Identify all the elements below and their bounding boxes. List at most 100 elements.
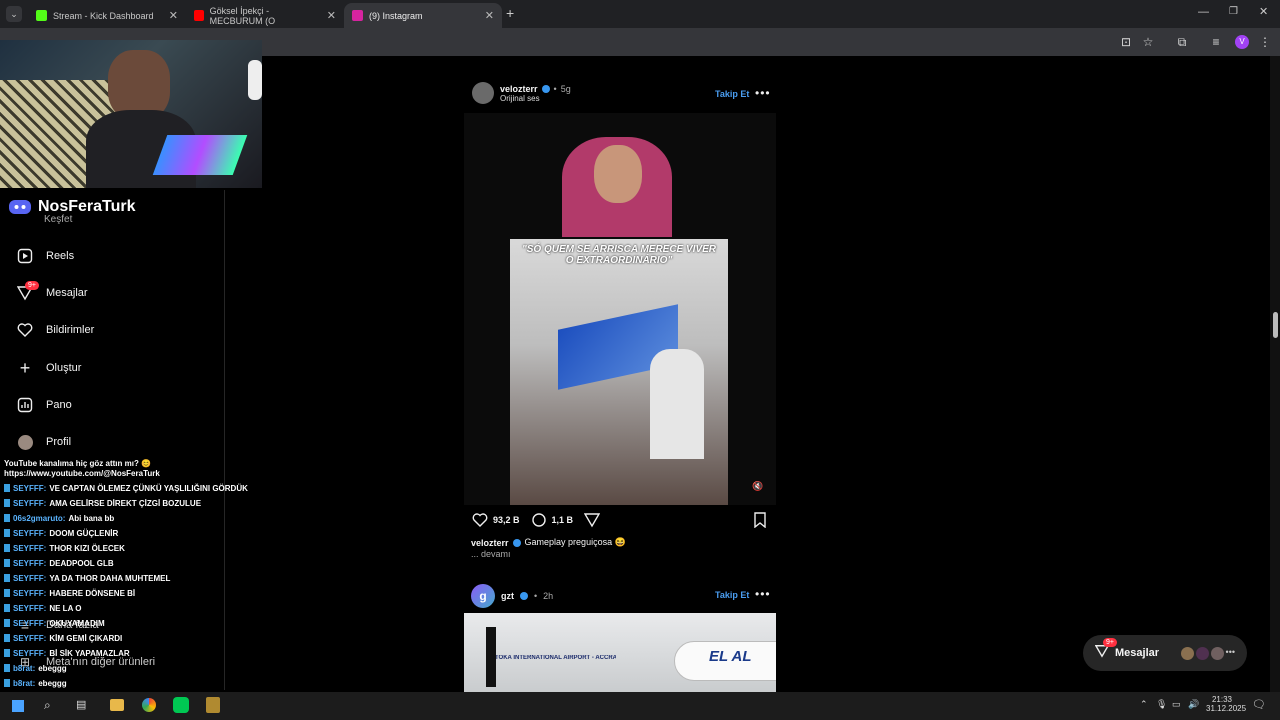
search-icon[interactable]: ⌕ bbox=[44, 698, 51, 713]
install-app-icon[interactable]: ⊡ bbox=[1118, 34, 1134, 50]
chat-username: SEYFFF: bbox=[13, 588, 47, 598]
like-icon[interactable] bbox=[472, 512, 488, 528]
chat-badge-icon bbox=[4, 649, 10, 657]
user-avatar[interactable] bbox=[472, 82, 494, 104]
chat-message: b8rat: ebeggg bbox=[4, 661, 344, 675]
tab-search-icon[interactable]: ⌄ bbox=[6, 6, 22, 22]
kick-favicon-icon bbox=[36, 10, 47, 21]
post-username[interactable]: gzt bbox=[501, 591, 514, 601]
chat-badge-icon bbox=[4, 574, 10, 582]
chat-text: ebeggg bbox=[38, 663, 67, 673]
chat-username: b8rat: bbox=[13, 663, 36, 673]
sidebar-item-profile[interactable]: Profil bbox=[16, 429, 71, 455]
sidebar-item-explore-partial[interactable]: Keşfet bbox=[44, 214, 72, 225]
network-icon[interactable]: ▭ bbox=[1172, 699, 1181, 710]
windows-start-icon[interactable] bbox=[12, 700, 24, 712]
sidebar-item-reels[interactable]: Reels bbox=[16, 243, 74, 269]
sidebar-item-dashboard[interactable]: Pano bbox=[16, 392, 72, 418]
chat-badge-icon bbox=[4, 619, 10, 627]
reel-video[interactable]: "SÓ QUEM SE ARRISCA MERECE VIVER O EXTRA… bbox=[464, 113, 776, 505]
follow-button[interactable]: Takip Et bbox=[715, 89, 749, 99]
post-username[interactable]: velozterr bbox=[500, 84, 538, 94]
scrollbar-thumb[interactable] bbox=[1273, 312, 1278, 338]
app-icon[interactable] bbox=[206, 697, 220, 713]
share-icon[interactable] bbox=[584, 512, 601, 528]
clock-time: 21:33 bbox=[1211, 695, 1233, 704]
chat-message: SEYFFF: OKUYAMADIM bbox=[4, 616, 344, 630]
chat-message: 06s2gmaruto: Abi bana bb bbox=[4, 511, 344, 525]
tab-youtube[interactable]: Göksel İpekçi - MECBURUM (O ✕ bbox=[186, 3, 344, 28]
mute-icon[interactable]: 🔇 bbox=[752, 481, 764, 493]
youtube-favicon-icon bbox=[194, 10, 204, 21]
chat-text: VE CAPTAN ÖLEMEZ ÇÜNKÜ YAŞLILIĞINI GÖRDÜ… bbox=[49, 483, 248, 493]
close-icon[interactable]: ✕ bbox=[485, 9, 494, 22]
close-icon[interactable]: ✕ bbox=[327, 9, 336, 22]
post-audio[interactable]: Orijinal ses bbox=[500, 94, 571, 103]
tray-chevron-icon[interactable]: ⌃ bbox=[1140, 699, 1148, 710]
notifications-icon[interactable]: 🗨 bbox=[1252, 698, 1266, 711]
chat-username: 06s2gmaruto: bbox=[13, 513, 66, 523]
tab-instagram[interactable]: (9) Instagram ✕ bbox=[344, 3, 502, 28]
rgb-keyboard bbox=[152, 135, 248, 175]
discord-icon bbox=[9, 200, 31, 214]
clock[interactable]: 21:33 31.12.2025 bbox=[1206, 695, 1246, 713]
caption-more-link[interactable]: ... devamı bbox=[471, 549, 511, 559]
sidebar-item-label: Pano bbox=[46, 399, 72, 411]
restore-icon[interactable]: ❐ bbox=[1229, 6, 1238, 17]
verified-icon bbox=[541, 84, 550, 93]
chat-badge-icon bbox=[4, 679, 10, 687]
windows-taskbar: ⌕ ▤ ⌃ 🎙 ▭ 🔊 21:33 31.12.2025 🗨 bbox=[0, 692, 1280, 720]
reels-icon bbox=[16, 247, 34, 265]
minimize-icon[interactable]: — bbox=[1198, 6, 1209, 18]
messages-pill[interactable]: 9+ Mesajlar ••• bbox=[1083, 635, 1247, 671]
task-view-icon[interactable]: ▤ bbox=[76, 698, 86, 711]
chat-text: HABERE DÖNSENE Bİ bbox=[49, 588, 136, 598]
airline-logo: EL AL bbox=[709, 648, 752, 665]
chrome-icon[interactable] bbox=[142, 698, 156, 712]
extensions-icon[interactable]: ⧉ bbox=[1174, 34, 1190, 50]
like-count[interactable]: 93,2 B bbox=[493, 515, 520, 525]
tab-kick[interactable]: Stream - Kick Dashboard ✕ bbox=[28, 3, 186, 28]
gzt-avatar[interactable]: g bbox=[471, 584, 495, 608]
sidebar-item-notifications[interactable]: Bildirimler bbox=[16, 317, 94, 343]
chat-badge-icon bbox=[4, 529, 10, 537]
more-options-icon[interactable]: ••• bbox=[755, 86, 771, 100]
notification-badge: 9+ bbox=[25, 281, 39, 290]
chat-text: OKUYAMADIM bbox=[49, 618, 105, 628]
volume-icon[interactable]: 🔊 bbox=[1188, 699, 1199, 710]
chat-badge-icon bbox=[4, 514, 10, 522]
comment-count[interactable]: 1,1 B bbox=[552, 515, 574, 525]
post-time[interactable]: 2h bbox=[543, 591, 553, 601]
tab-label: (9) Instagram bbox=[369, 10, 423, 21]
follow-button[interactable]: Takip Et bbox=[715, 590, 749, 600]
chat-text: KİM GEMİ ÇIKARDI bbox=[49, 633, 123, 643]
heart-icon bbox=[16, 321, 34, 339]
menu-icon[interactable]: ⋮ bbox=[1257, 34, 1273, 50]
more-options-icon[interactable]: ••• bbox=[755, 587, 771, 601]
post-time[interactable]: 5g bbox=[561, 84, 571, 94]
save-icon[interactable] bbox=[753, 512, 767, 528]
microphone-icon[interactable]: 🎙 bbox=[1156, 699, 1167, 710]
chat-message: SEYFFF: DOOM GÜÇLENİR bbox=[4, 526, 344, 540]
chat-badge-icon bbox=[4, 559, 10, 567]
chat-username: SEYFFF: bbox=[13, 483, 47, 493]
app-icon[interactable] bbox=[173, 697, 189, 713]
chat-text: Bİ SİK YAPAMAZLAR bbox=[49, 648, 130, 658]
caption-username[interactable]: velozterr bbox=[471, 538, 509, 548]
sidebar-item-messages[interactable]: 9+ Mesajlar bbox=[16, 280, 88, 306]
chat-message: SEYFFF: AMA GELİRSE DİREKT ÇİZGİ BOZULUE bbox=[4, 496, 344, 510]
file-explorer-icon[interactable] bbox=[110, 699, 124, 711]
close-icon[interactable]: ✕ bbox=[169, 9, 178, 22]
bookmark-star-icon[interactable]: ☆ bbox=[1140, 34, 1156, 50]
profile-avatar[interactable]: V bbox=[1235, 35, 1249, 49]
messages-icon: 9+ bbox=[1094, 637, 1117, 663]
media-control-icon[interactable]: ≡ bbox=[1208, 34, 1224, 50]
new-tab-icon[interactable]: + bbox=[506, 5, 514, 21]
chat-text: AMA GELİRSE DİREKT ÇİZGİ BOZULUE bbox=[49, 498, 202, 508]
window-close-icon[interactable]: ✕ bbox=[1259, 5, 1268, 18]
sidebar-item-create[interactable]: + Oluştur bbox=[16, 355, 82, 381]
comment-icon[interactable] bbox=[531, 512, 547, 528]
chat-message: SEYFFF: THOR KIZI ÖLECEK bbox=[4, 541, 344, 555]
scrollbar[interactable] bbox=[1270, 56, 1280, 692]
post-media-airport[interactable]: KOTOKA INTERNATIONAL AIRPORT - ACCRA EL … bbox=[464, 613, 776, 692]
